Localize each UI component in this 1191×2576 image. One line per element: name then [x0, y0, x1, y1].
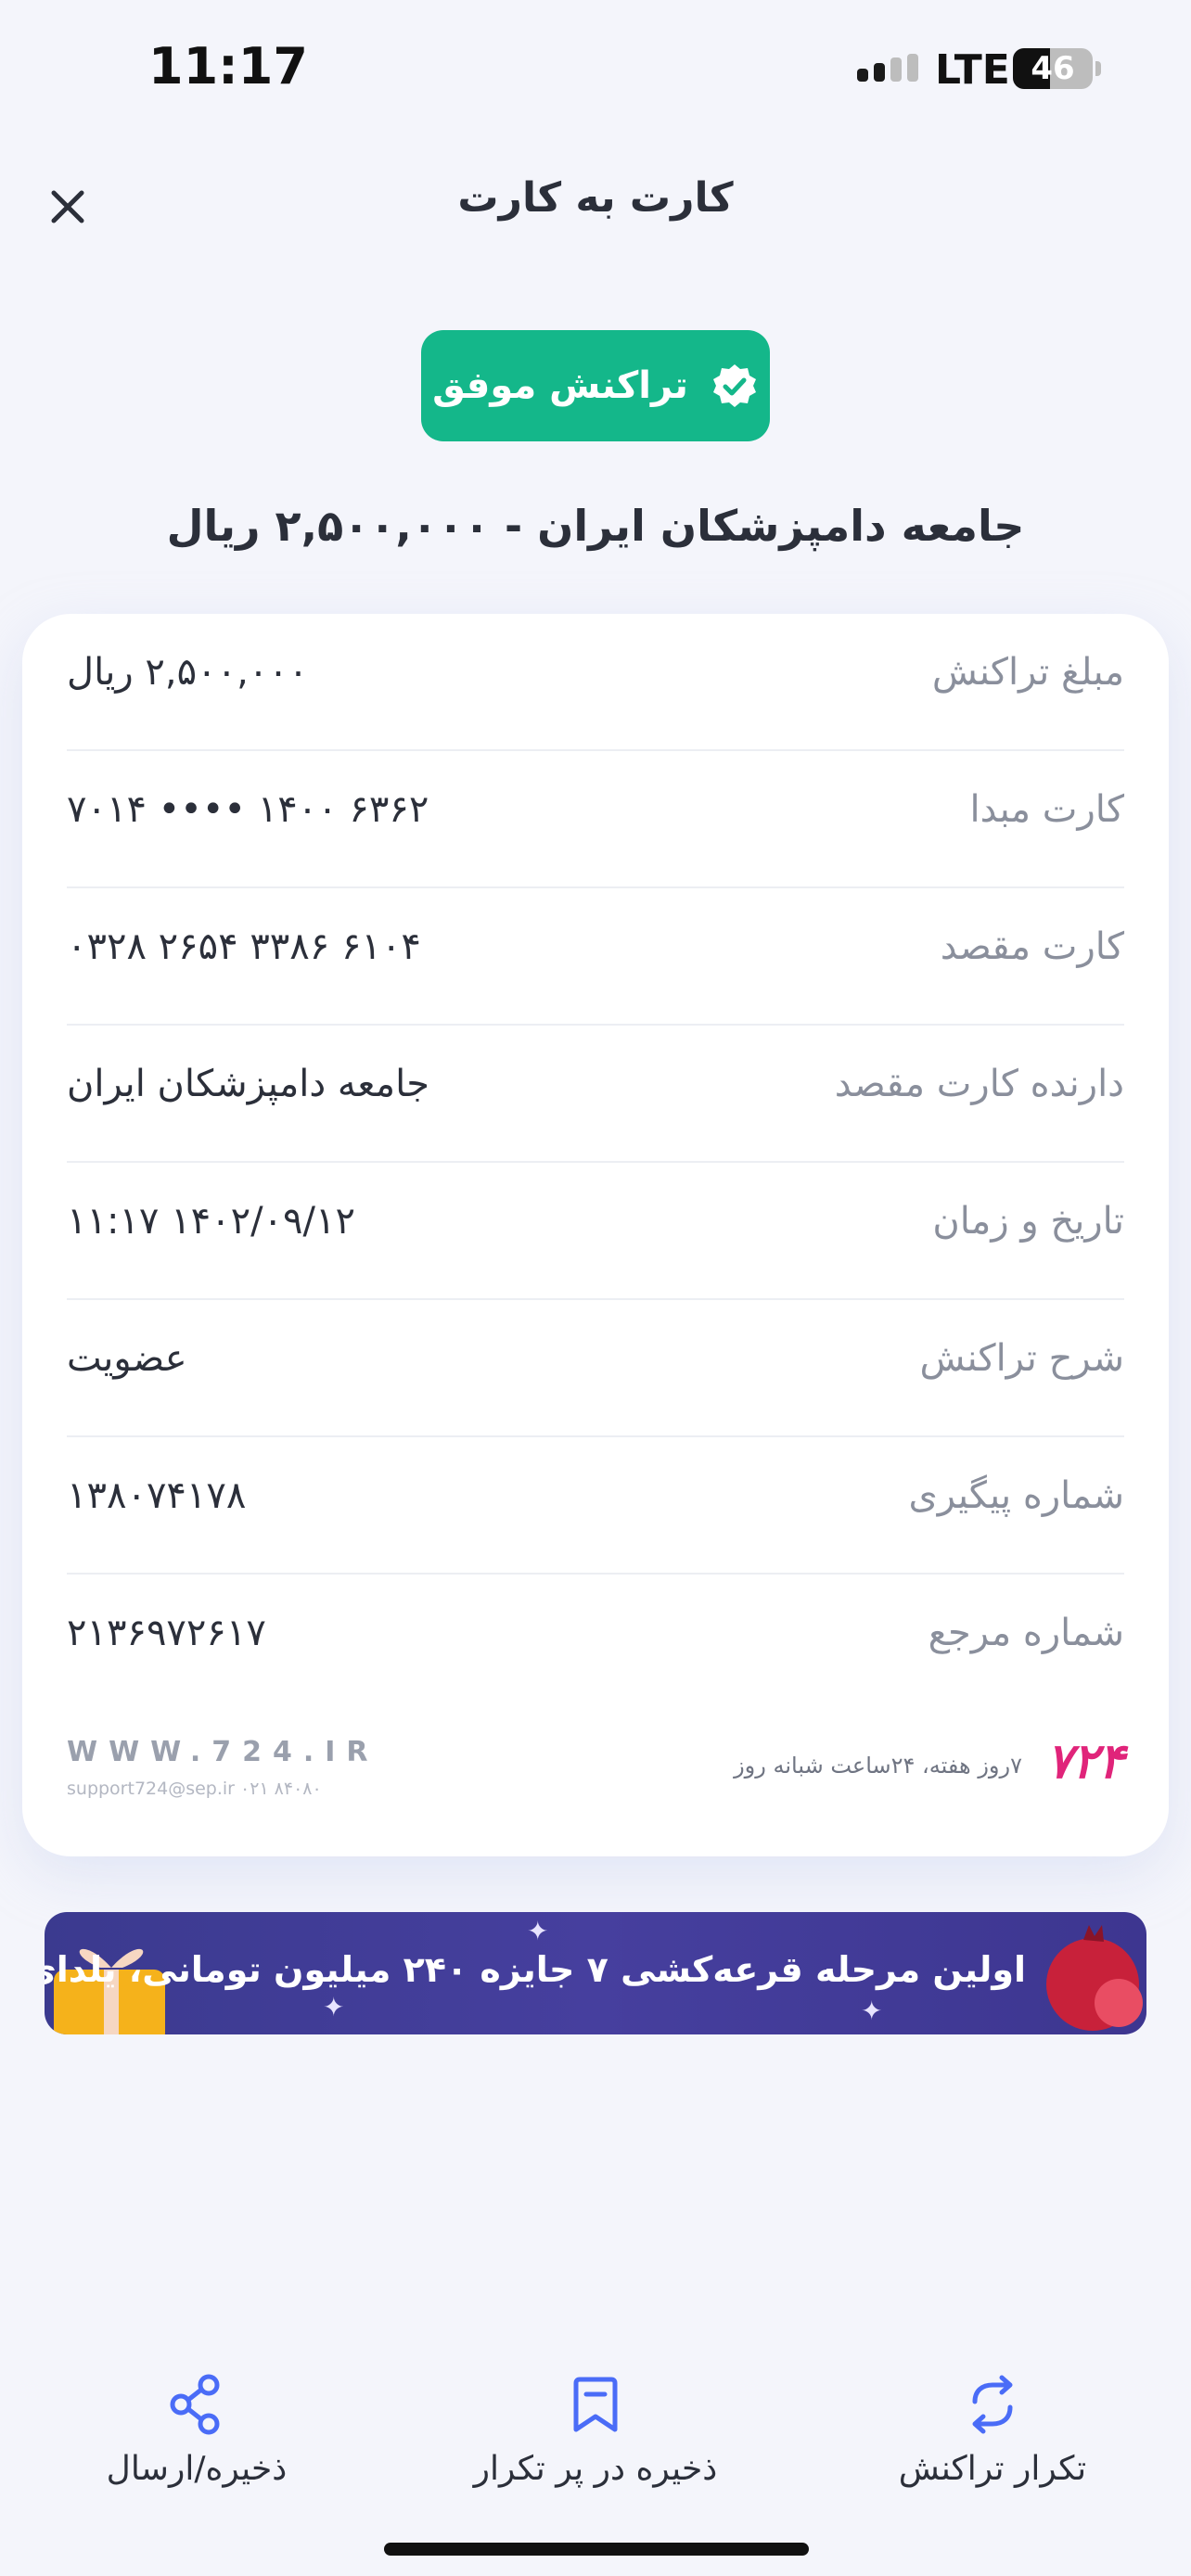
repeat-icon [972, 2375, 1013, 2434]
status-time: 11:17 [148, 37, 308, 96]
receipt-card: مبلغ تراکنش ۲,۵۰۰,۰۰۰ ریال کارت مبدا ۶۳۶… [22, 614, 1169, 1856]
detail-label: شماره پیگیری [908, 1474, 1124, 1517]
share-button[interactable]: ذخیره/ارسال [58, 2374, 336, 2488]
home-indicator[interactable] [384, 2543, 809, 2556]
sparkle-icon: ✦ [527, 1916, 549, 1946]
status-badge-label: تراکنش موفق [432, 364, 688, 407]
detail-value: عضویت [67, 1337, 187, 1380]
battery-tip [1095, 61, 1101, 76]
detail-value: ۲,۵۰۰,۰۰۰ ریال [67, 651, 309, 694]
detail-row-tracking-number: شماره پیگیری ۱۳۸۰۷۴۱۷۸ [67, 1437, 1124, 1575]
cellular-signal-icon [857, 54, 922, 91]
detail-row-reference-number: شماره مرجع ۲۱۳۶۹۷۲۶۱۷ [67, 1575, 1124, 1710]
detail-value: ۲۱۳۶۹۷۲۶۱۷ [67, 1612, 266, 1654]
share-label: ذخیره/ارسال [106, 2450, 288, 2488]
check-badge-icon [712, 364, 756, 407]
detail-value: ۱۳۸۰۷۴۱۷۸ [67, 1474, 247, 1517]
pomegranate-icon [1046, 1925, 1143, 2031]
save-frequent-label: ذخیره در پر تکرار [473, 2450, 718, 2488]
share-icon [170, 2374, 220, 2435]
promo-banner[interactable]: ✦ ✦ ✦ اولین مرحله قرعه‌کشی ۷ جایزه ۲۴۰ م… [45, 1912, 1146, 2034]
detail-row-description: شرح تراکنش عضویت [67, 1300, 1124, 1437]
detail-label: کارت مبدا [969, 788, 1124, 831]
network-type: LTE [935, 46, 1010, 94]
battery-level: 46 [1031, 50, 1075, 87]
repeat-transaction-label: تکرار تراکنش [898, 2450, 1087, 2488]
detail-value: ۶۳۶۲ ۱۴۰۰ •••• ۷۰۱۴ [67, 788, 429, 831]
header: کارت به کارت [0, 158, 1191, 250]
brand-logo: ۷۲۴ [1046, 1734, 1124, 1790]
detail-row-amount: مبلغ تراکنش ۲,۵۰۰,۰۰۰ ریال [67, 614, 1124, 751]
save-frequent-button[interactable]: ذخیره در پر تکرار [456, 2374, 735, 2488]
status-badge: تراکنش موفق [421, 330, 770, 441]
sparkle-icon: ✦ [323, 1992, 345, 2022]
banner-text: اولین مرحله قرعه‌کشی ۷ جایزه ۲۴۰ میلیون … [45, 1949, 1026, 1990]
detail-label: تاریخ و زمان [932, 1200, 1124, 1243]
footer-support: support724@sep.ir ۰۲۱ ۸۴۰۸۰ [67, 1779, 322, 1799]
detail-row-source-card: کارت مبدا ۶۳۶۲ ۱۴۰۰ •••• ۷۰۱۴ [67, 751, 1124, 888]
battery-icon: 46 [1013, 48, 1093, 89]
detail-label: شماره مرجع [928, 1612, 1124, 1654]
detail-label: مبلغ تراکنش [931, 651, 1124, 694]
footer-hours: ۷روز هفته، ۲۴ساعت شبانه روز [734, 1753, 1022, 1779]
detail-row-date-time: تاریخ و زمان ۱۴۰۲/۰۹/۱۲ ۱۱:۱۷ [67, 1163, 1124, 1300]
detail-label: دارنده کارت مقصد [834, 1063, 1124, 1105]
sparkle-icon: ✦ [861, 1996, 883, 2026]
detail-label: کارت مقصد [940, 925, 1124, 968]
detail-value: ۶۱۰۴ ۳۳۸۶ ۲۶۵۴ ۰۳۲۸ [67, 925, 421, 968]
detail-value: جامعه دامپزشکان ایران [67, 1063, 429, 1105]
detail-label: شرح تراکنش [919, 1337, 1124, 1380]
footer-website: WWW.724.IR [67, 1736, 379, 1768]
card-footer: WWW.724.IR support724@sep.ir ۰۲۱ ۸۴۰۸۰ ۷… [67, 1734, 1124, 1810]
repeat-transaction-button[interactable]: تکرار تراکنش [853, 2374, 1132, 2488]
detail-value: ۱۴۰۲/۰۹/۱۲ ۱۱:۱۷ [67, 1200, 355, 1243]
detail-row-card-holder: دارنده کارت مقصد جامعه دامپزشکان ایران [67, 1026, 1124, 1163]
status-bar: 11:17 LTE 46 [0, 0, 1191, 139]
transaction-summary: جامعه دامپزشکان ایران - ۲,۵۰۰,۰۰۰ ریال [166, 501, 1025, 551]
bookmark-icon [573, 2377, 618, 2432]
page-title: کارت به کارت [457, 174, 734, 222]
detail-row-destination-card: کارت مقصد ۶۱۰۴ ۳۳۸۶ ۲۶۵۴ ۰۳۲۸ [67, 888, 1124, 1026]
